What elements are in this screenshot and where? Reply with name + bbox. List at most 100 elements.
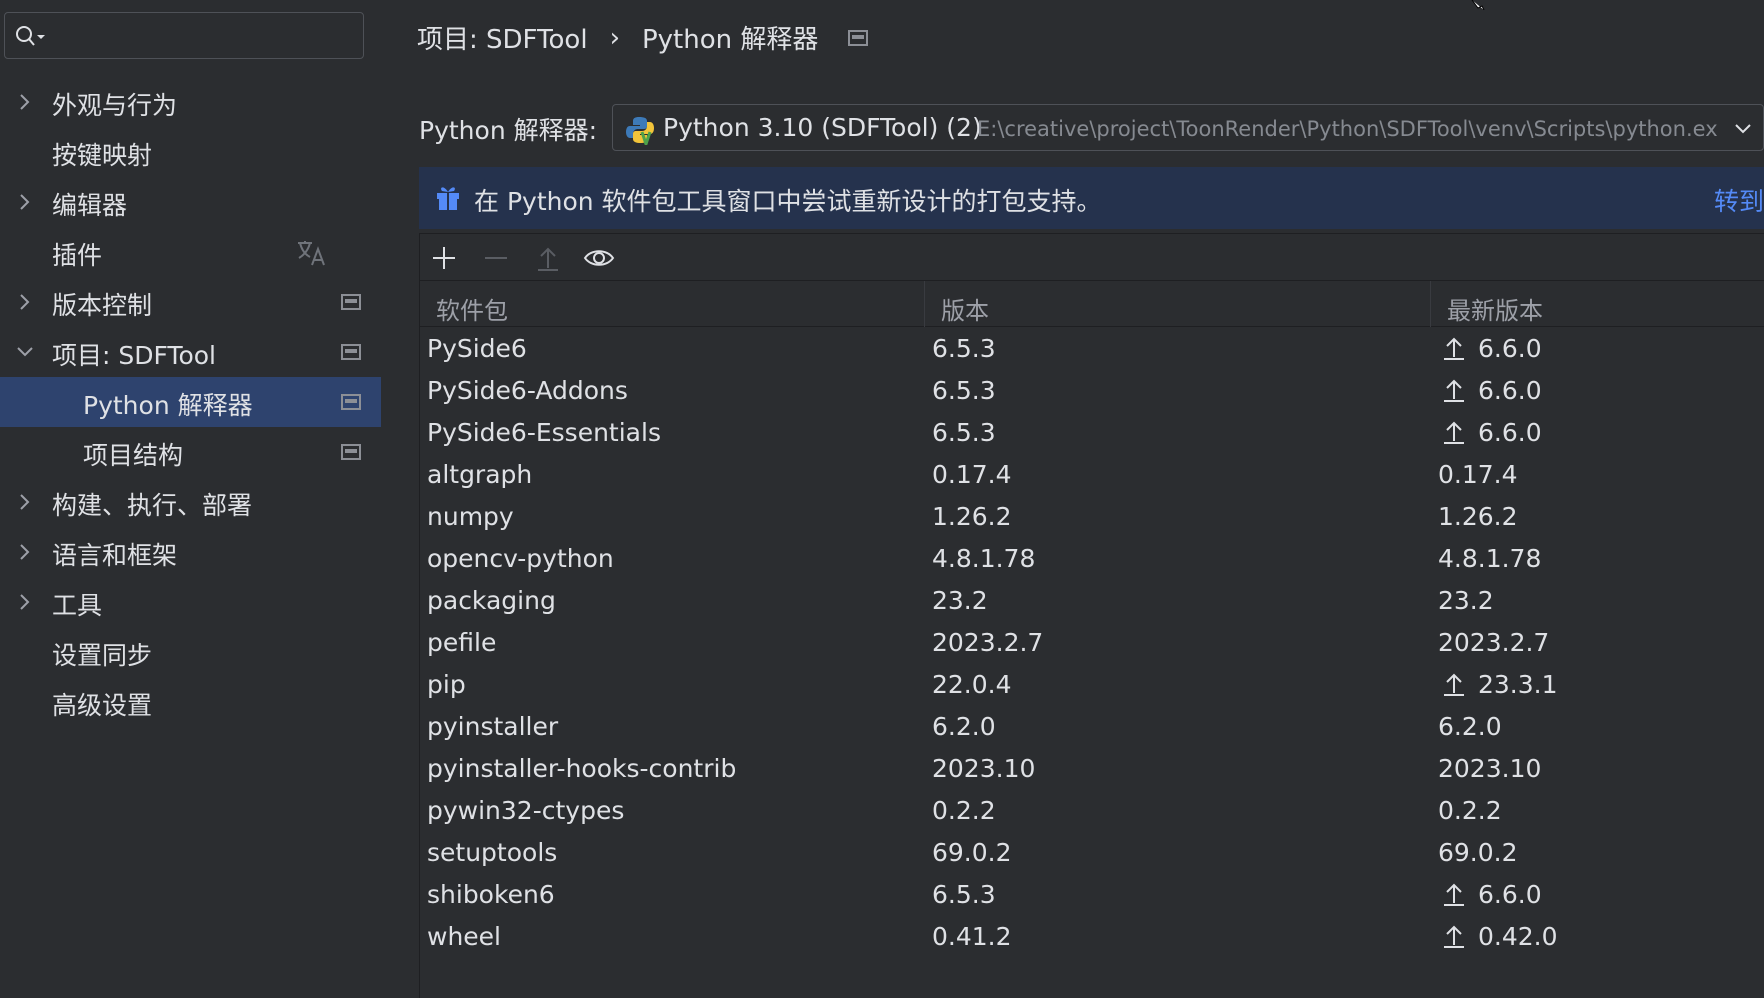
sidebar-item[interactable]: 语言和框架	[0, 527, 381, 577]
banner-message: 在 Python 软件包工具窗口中尝试重新设计的打包支持。	[474, 187, 1102, 216]
package-name: pefile	[427, 628, 497, 657]
sidebar-item-label: 设置同步	[52, 641, 153, 670]
package-name: pyinstaller-hooks-contrib	[427, 754, 737, 783]
table-row[interactable]: pip 22.0.4 23.3.1	[420, 665, 1764, 707]
table-row[interactable]: PySide6 6.5.3 6.6.0	[420, 329, 1764, 371]
latest-version-value: 2023.2.7	[1438, 628, 1550, 657]
package-name: packaging	[427, 586, 556, 615]
upgrade-icon[interactable]	[532, 242, 564, 274]
sidebar-item[interactable]: 设置同步	[0, 627, 381, 677]
sidebar-item[interactable]: 构建、执行、部署	[0, 477, 381, 527]
add-icon[interactable]	[428, 242, 460, 274]
sidebar-item[interactable]: 项目结构	[0, 427, 381, 477]
sidebar-item[interactable]: 项目: SDFTool	[0, 327, 381, 377]
package-latest-version: 6.6.0	[1442, 376, 1542, 405]
package-version: 22.0.4	[932, 670, 1012, 699]
table-row[interactable]: pyinstaller 6.2.0 6.2.0	[420, 707, 1764, 749]
breadcrumb-current: Python 解释器	[641, 25, 819, 55]
interpreter-dropdown[interactable]: Python 3.10 (SDFTool) (2) E:\creative\pr…	[612, 104, 1764, 151]
table-row[interactable]: pefile 2023.2.7 2023.2.7	[420, 623, 1764, 665]
sidebar-item[interactable]: 高级设置	[0, 677, 381, 727]
package-name: numpy	[427, 502, 514, 531]
sidebar-item[interactable]: Python 解释器	[0, 377, 381, 427]
latest-version-value: 6.2.0	[1438, 712, 1502, 741]
remove-icon[interactable]	[480, 242, 512, 274]
banner-goto-link[interactable]: 转到	[1714, 182, 1764, 218]
translate-icon	[298, 241, 325, 266]
latest-version-value: 1.26.2	[1438, 502, 1518, 531]
package-latest-version: 6.6.0	[1442, 334, 1542, 363]
project-scope-icon	[341, 394, 361, 410]
breadcrumb-parent[interactable]: 项目: SDFTool	[417, 19, 588, 56]
table-row[interactable]: altgraph 0.17.4 0.17.4	[420, 455, 1764, 497]
sidebar-item-label: 语言和框架	[52, 541, 178, 570]
package-name: PySide6-Essentials	[427, 418, 661, 447]
sidebar-item[interactable]: 工具	[0, 577, 381, 627]
packaging-banner: 在 Python 软件包工具窗口中尝试重新设计的打包支持。 转到	[419, 167, 1764, 229]
breadcrumb-separator: ›	[609, 22, 620, 53]
package-latest-version: 0.42.0	[1442, 922, 1558, 951]
table-row[interactable]: setuptools 69.0.2 69.0.2	[420, 833, 1764, 875]
chevron-right-icon	[20, 544, 30, 560]
package-latest-version: 23.2	[1438, 586, 1494, 615]
package-version: 0.17.4	[932, 460, 1012, 489]
package-latest-version: 6.2.0	[1438, 712, 1502, 741]
settings-sidebar: 外观与行为按键映射编辑器插件 版本控制项目: SDFTool Python 解释器项…	[0, 0, 381, 998]
project-scope-icon	[341, 344, 361, 360]
table-row[interactable]: wheel 0.41.2 0.42.0	[420, 917, 1764, 959]
upgrade-available-icon	[1444, 379, 1464, 402]
latest-version-value: 6.6.0	[1478, 334, 1542, 363]
settings-search-input[interactable]	[4, 12, 364, 59]
package-version: 2023.10	[932, 754, 1036, 783]
packages-table-body: PySide6 6.5.3 6.6.0 PySide6-Addons 6.5.3 6.6.…	[420, 329, 1764, 959]
show-early-releases-icon[interactable]	[583, 242, 615, 274]
table-row[interactable]: shiboken6 6.5.3 6.6.0	[420, 875, 1764, 917]
column-header-package[interactable]: 软件包	[420, 281, 925, 327]
sidebar-item-label: 按键映射	[52, 141, 153, 170]
table-row[interactable]: numpy 1.26.2 1.26.2	[420, 497, 1764, 539]
sidebar-item[interactable]: 编辑器	[0, 177, 381, 227]
table-row[interactable]: opencv-python 4.8.1.78 4.8.1.78	[420, 539, 1764, 581]
package-latest-version: 6.6.0	[1442, 880, 1542, 909]
chevron-right-icon	[20, 494, 30, 510]
package-name: altgraph	[427, 460, 533, 489]
sidebar-item[interactable]: 版本控制	[0, 277, 381, 327]
project-scope-icon	[341, 294, 361, 310]
latest-version-value: 4.8.1.78	[1438, 544, 1542, 573]
table-row[interactable]: pywin32-ctypes 0.2.2 0.2.2	[420, 791, 1764, 833]
packages-toolbar	[420, 233, 1764, 281]
interpreter-path: E:\creative\project\ToonRender\Python\SD…	[977, 117, 1717, 141]
table-row[interactable]: packaging 23.2 23.2	[420, 581, 1764, 623]
package-version: 6.5.3	[932, 334, 996, 363]
latest-version-value: 69.0.2	[1438, 838, 1518, 867]
latest-version-value: 0.42.0	[1478, 922, 1558, 951]
chevron-right-icon	[20, 194, 30, 210]
latest-version-value: 23.2	[1438, 586, 1494, 615]
package-latest-version: 69.0.2	[1438, 838, 1518, 867]
chevron-right-icon	[20, 294, 30, 310]
sidebar-item-label: 编辑器	[52, 191, 128, 220]
package-latest-version: 4.8.1.78	[1438, 544, 1541, 573]
table-row[interactable]: pyinstaller-hooks-contrib 2023.10 2023.10	[420, 749, 1764, 791]
table-row[interactable]: PySide6-Addons 6.5.3 6.6.0	[420, 371, 1764, 413]
table-row[interactable]: PySide6-Essentials 6.5.3 6.6.0	[420, 413, 1764, 455]
package-version: 6.5.3	[932, 418, 996, 447]
settings-tree: 外观与行为按键映射编辑器插件 版本控制项目: SDFTool Python 解释器项…	[0, 77, 381, 727]
package-latest-version: 2023.2.7	[1438, 628, 1549, 657]
column-header-version[interactable]: 版本	[925, 281, 1431, 327]
upgrade-available-icon	[1444, 925, 1464, 948]
python-logo-icon	[626, 117, 654, 145]
package-version: 69.0.2	[932, 838, 1012, 867]
package-version: 0.2.2	[932, 796, 996, 825]
sidebar-item[interactable]: 外观与行为	[0, 77, 381, 127]
package-name: shiboken6	[427, 880, 555, 909]
package-version: 6.5.3	[932, 880, 996, 909]
chevron-down-icon	[1735, 124, 1751, 134]
column-header-latest[interactable]: 最新版本	[1431, 281, 1764, 327]
upgrade-available-icon	[1444, 883, 1464, 906]
settings-content: 项目: SDFTool › Python 解释器 Python 解释器: Pyt…	[381, 0, 1764, 998]
sidebar-item[interactable]: 按键映射	[0, 127, 381, 177]
sidebar-item[interactable]: 插件	[0, 227, 381, 277]
sidebar-item-label: 项目: SDFTool	[52, 341, 216, 370]
package-version: 6.5.3	[932, 376, 996, 405]
